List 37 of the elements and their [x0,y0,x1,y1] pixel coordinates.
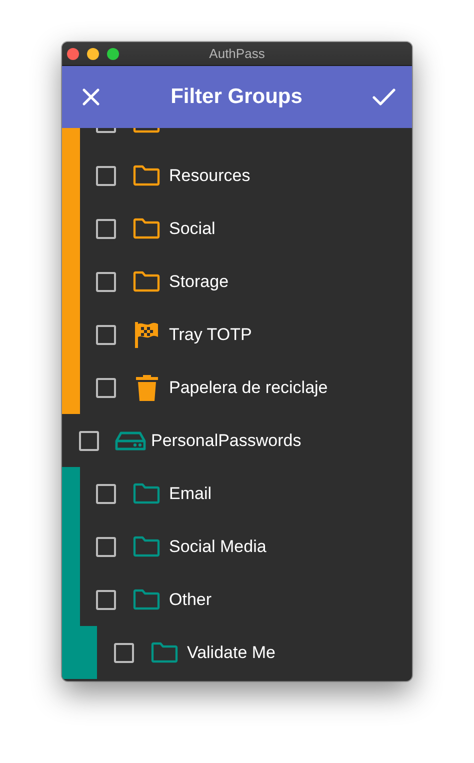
minimize-window-button[interactable] [87,48,99,60]
group-name[interactable]: Tray TOTP [169,324,252,344]
folder-icon [133,271,160,292]
app-bar-title: Filter Groups [170,85,302,109]
checkbox[interactable] [96,324,116,344]
checkbox[interactable] [96,484,116,504]
checkered-flag-icon [133,320,160,348]
folder-icon [133,536,160,557]
drive-icon [115,430,146,450]
folder-icon [133,218,160,239]
folder-icon [133,483,160,504]
folder-icon [133,589,160,610]
checkbox[interactable] [96,272,116,292]
checkbox[interactable] [96,590,116,610]
checkbox[interactable] [96,536,116,556]
checkbox[interactable] [96,218,116,238]
group-name[interactable]: Social Media [169,536,266,556]
folder-icon [133,165,160,186]
folder-icon [151,642,178,663]
database-name[interactable]: PersonalPasswords [151,430,302,450]
checkbox[interactable] [96,378,116,398]
check-icon [372,87,396,107]
checkbox[interactable] [114,642,134,662]
group-name[interactable]: Other [169,590,212,610]
group-name[interactable]: Email [169,484,212,504]
group-name[interactable]: Validate Me [187,642,276,662]
group-name[interactable]: Resources [169,166,250,186]
group-name[interactable]: Papelera de reciclaje [169,378,328,398]
trash-icon [134,374,158,402]
checkbox[interactable] [96,166,116,186]
window-title: AuthPass [209,46,265,61]
checkbox[interactable] [79,430,99,450]
close-icon [81,87,101,107]
close-window-button[interactable] [67,48,79,60]
group-name[interactable]: Storage [169,272,229,292]
zoom-window-button[interactable] [107,48,119,60]
group-name[interactable]: Social [169,218,216,238]
